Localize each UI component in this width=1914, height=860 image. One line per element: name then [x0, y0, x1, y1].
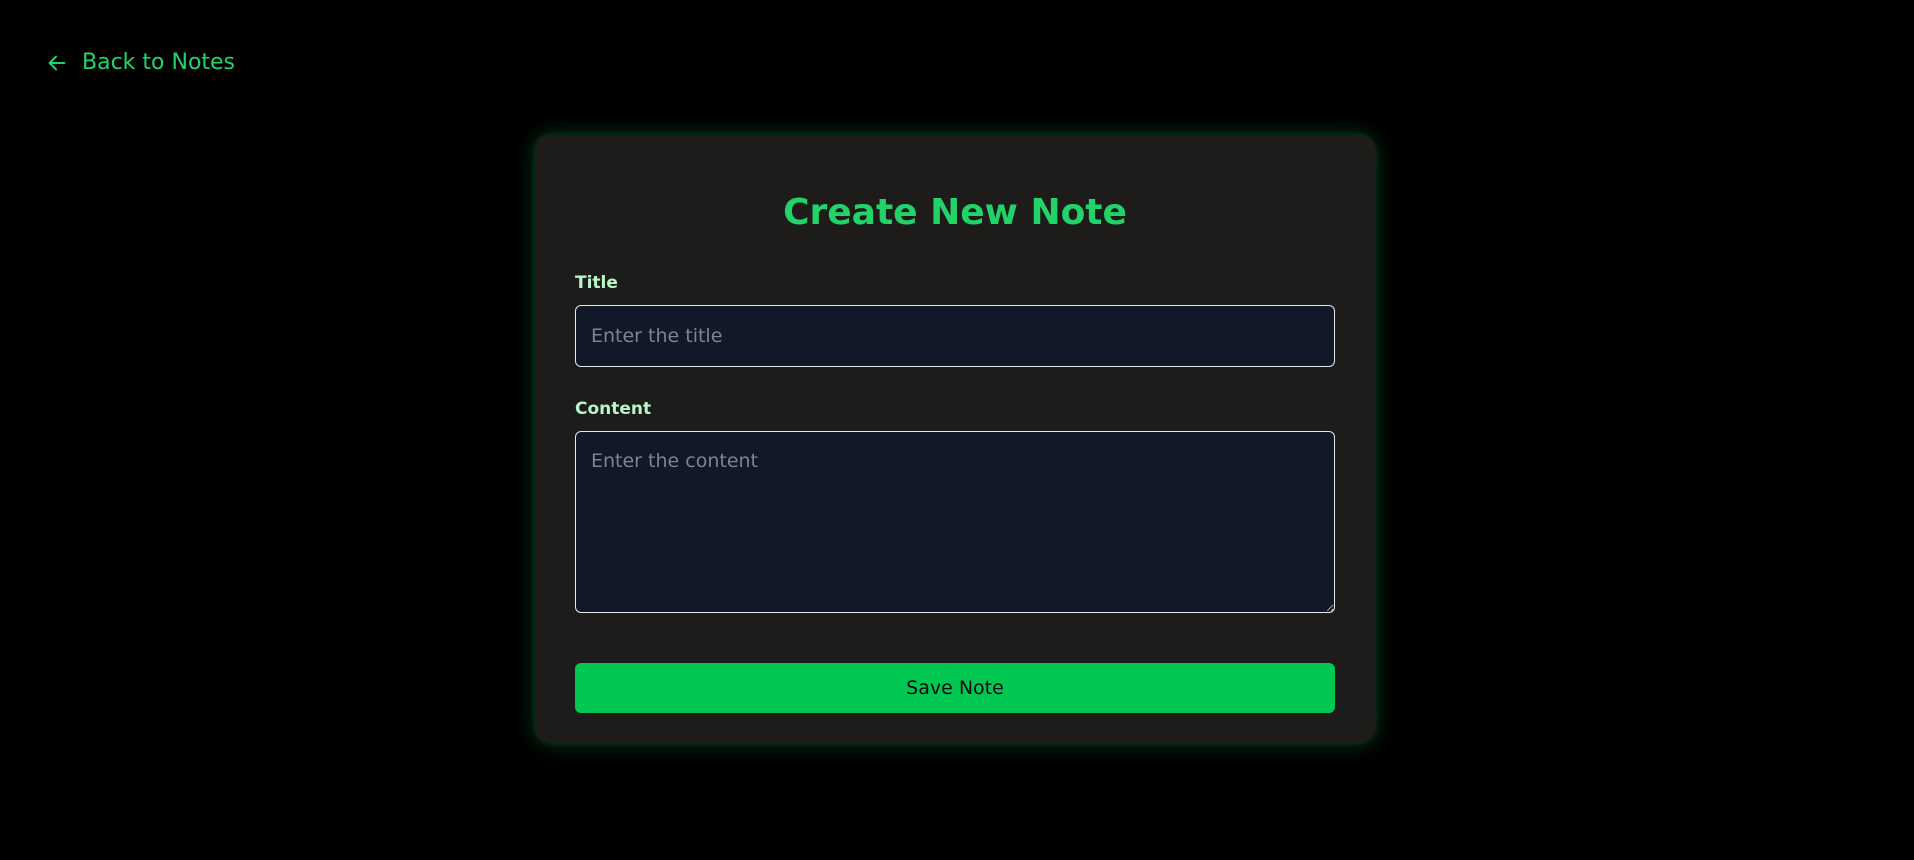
content-textarea[interactable] — [575, 431, 1335, 613]
content-label: Content — [575, 399, 652, 419]
title-input[interactable] — [575, 305, 1335, 367]
save-note-button[interactable]: Save Note — [575, 663, 1335, 713]
back-to-notes-link[interactable]: Back to Notes — [46, 50, 235, 75]
back-link-label: Back to Notes — [82, 50, 236, 75]
title-label: Title — [575, 273, 618, 293]
page: Back to Notes Create New Note Title Cont… — [0, 0, 1914, 860]
create-note-card: Create New Note Title Content Save Note — [535, 135, 1375, 743]
page-title: Create New Note — [783, 192, 1127, 233]
arrow-left-icon — [48, 55, 66, 70]
